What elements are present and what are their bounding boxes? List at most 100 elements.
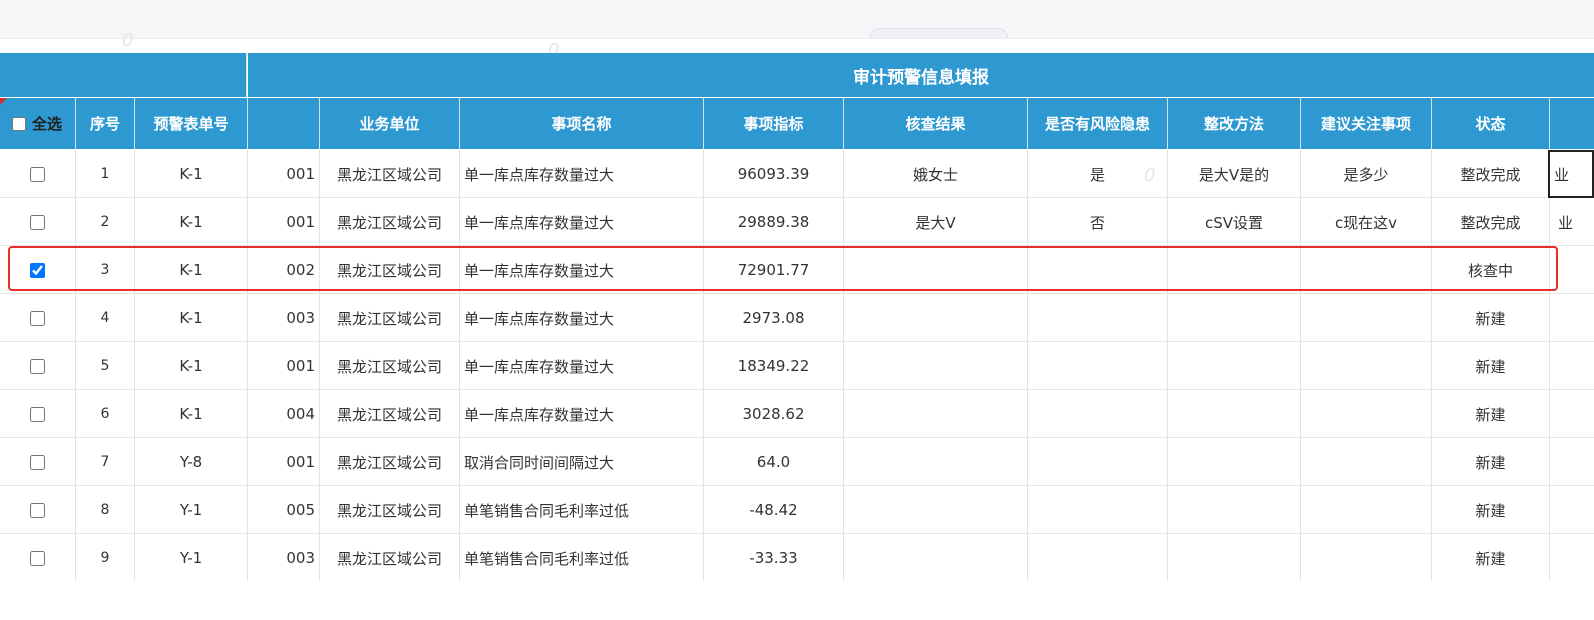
cell-seq[interactable]: 8 <box>76 486 135 534</box>
cell-risk[interactable] <box>1028 246 1168 294</box>
cell-warn-no[interactable]: K-1 <box>135 390 248 438</box>
cell-method[interactable] <box>1168 390 1301 438</box>
cell-advice[interactable]: c现在这v <box>1301 198 1432 246</box>
cell-advice[interactable]: 是多少 <box>1301 150 1432 198</box>
cell-metric[interactable]: -48.42 <box>704 486 844 534</box>
cell-code[interactable]: 004 <box>248 390 320 438</box>
cell-item[interactable]: 单一库点库存数量过大 <box>460 390 704 438</box>
cell-method[interactable] <box>1168 438 1301 486</box>
cell-code[interactable]: 003 <box>248 534 320 581</box>
cell-metric[interactable]: 3028.62 <box>704 390 844 438</box>
row-select-cell[interactable] <box>0 246 76 294</box>
table-row[interactable]: 1 K-1 001 黑龙江区域公司 单一库点库存数量过大 96093.39 娥女士是是大V是… <box>0 150 1594 198</box>
cell-unit[interactable]: 黑龙江区域公司 <box>320 342 460 390</box>
cell-method[interactable] <box>1168 246 1301 294</box>
cell-status[interactable]: 整改完成 <box>1432 198 1550 246</box>
row-checkbox[interactable] <box>30 454 45 470</box>
row-select-cell[interactable] <box>0 342 76 390</box>
col-header-method[interactable]: 整改方法 <box>1168 98 1301 149</box>
cell-result[interactable] <box>844 294 1028 342</box>
cell-metric[interactable]: 2973.08 <box>704 294 844 342</box>
cell-risk[interactable]: 是 <box>1028 150 1168 198</box>
cell-seq[interactable]: 1 <box>76 150 135 198</box>
cell-advice[interactable] <box>1301 486 1432 534</box>
cell-risk[interactable] <box>1028 294 1168 342</box>
cell-unit[interactable]: 黑龙江区域公司 <box>320 438 460 486</box>
table-row[interactable]: 9 Y-1 003 黑龙江区域公司 单笔销售合同毛利率过低 -33.33 新建 <box>0 534 1594 581</box>
cell-advice[interactable] <box>1301 438 1432 486</box>
cell-method[interactable] <box>1168 342 1301 390</box>
col-header-risk[interactable]: 是否有风险隐患 <box>1028 98 1168 149</box>
col-header-seq[interactable]: 序号 <box>76 98 135 149</box>
cell-status[interactable]: 新建 <box>1432 342 1550 390</box>
cell-unit[interactable]: 黑龙江区域公司 <box>320 246 460 294</box>
cell-item[interactable]: 单一库点库存数量过大 <box>460 150 704 198</box>
row-select-cell[interactable] <box>0 294 76 342</box>
col-header-code[interactable] <box>248 98 320 149</box>
table-row[interactable]: 4 K-1 003 黑龙江区域公司 单一库点库存数量过大 2973.08 新建 <box>0 294 1594 342</box>
cell-code[interactable]: 001 <box>248 150 320 198</box>
table-row[interactable]: 3 K-1 002 黑龙江区域公司 单一库点库存数量过大 72901.77 核查中 <box>0 246 1594 294</box>
col-header-advice[interactable]: 建议关注事项 <box>1301 98 1432 149</box>
row-checkbox[interactable] <box>30 262 45 278</box>
cell-method[interactable] <box>1168 294 1301 342</box>
cell-warn-no[interactable]: Y-8 <box>135 438 248 486</box>
table-row[interactable]: 5 K-1 001 黑龙江区域公司 单一库点库存数量过大 18349.22 新建 <box>0 342 1594 390</box>
cell-method[interactable] <box>1168 486 1301 534</box>
row-checkbox[interactable] <box>30 358 45 374</box>
cell-result[interactable]: 娥女士 <box>844 150 1028 198</box>
cell-warn-no[interactable]: K-1 <box>135 294 248 342</box>
cell-unit[interactable]: 黑龙江区域公司 <box>320 150 460 198</box>
cell-unit[interactable]: 黑龙江区域公司 <box>320 198 460 246</box>
cell-advice[interactable] <box>1301 246 1432 294</box>
collapse-toggle-handle[interactable] <box>870 28 1008 38</box>
row-checkbox[interactable] <box>30 166 45 182</box>
row-checkbox[interactable] <box>30 310 45 326</box>
cell-warn-no[interactable]: K-1 <box>135 342 248 390</box>
cell-method[interactable] <box>1168 534 1301 581</box>
cell-warn-no[interactable]: Y-1 <box>135 486 248 534</box>
row-checkbox[interactable] <box>30 502 45 518</box>
cell-risk[interactable] <box>1028 342 1168 390</box>
cell-metric[interactable]: 18349.22 <box>704 342 844 390</box>
cell-result[interactable]: 是大V <box>844 198 1028 246</box>
cell-advice[interactable] <box>1301 294 1432 342</box>
cell-item[interactable]: 单一库点库存数量过大 <box>460 342 704 390</box>
row-checkbox[interactable] <box>30 550 45 566</box>
cell-unit[interactable]: 黑龙江区域公司 <box>320 390 460 438</box>
cell-code[interactable]: 002 <box>248 246 320 294</box>
cell-warn-no[interactable]: K-1 <box>135 150 248 198</box>
select-all-header[interactable]: 全选 <box>0 98 76 149</box>
cell-seq[interactable]: 4 <box>76 294 135 342</box>
cell-seq[interactable]: 2 <box>76 198 135 246</box>
cell-risk[interactable] <box>1028 438 1168 486</box>
cell-item[interactable]: 单笔销售合同毛利率过低 <box>460 534 704 581</box>
cell-result[interactable] <box>844 390 1028 438</box>
cell-code[interactable]: 001 <box>248 438 320 486</box>
row-select-cell[interactable] <box>0 390 76 438</box>
cell-status[interactable]: 新建 <box>1432 390 1550 438</box>
cell-risk[interactable] <box>1028 534 1168 581</box>
cell-unit[interactable]: 黑龙江区域公司 <box>320 294 460 342</box>
cell-result[interactable] <box>844 438 1028 486</box>
col-header-warn-no[interactable]: 预警表单号 <box>135 98 248 149</box>
select-all-checkbox[interactable] <box>12 116 26 131</box>
row-select-cell[interactable] <box>0 534 76 581</box>
cell-status[interactable]: 整改完成 <box>1432 150 1550 198</box>
cell-method[interactable]: cSV设置 <box>1168 198 1301 246</box>
cell-item[interactable]: 单笔销售合同毛利率过低 <box>460 486 704 534</box>
cell-seq[interactable]: 9 <box>76 534 135 581</box>
cell-result[interactable] <box>844 534 1028 581</box>
row-checkbox[interactable] <box>30 214 45 230</box>
cell-status[interactable]: 新建 <box>1432 534 1550 581</box>
cell-unit[interactable]: 黑龙江区域公司 <box>320 486 460 534</box>
cell-metric[interactable]: 29889.38 <box>704 198 844 246</box>
table-row[interactable]: 8 Y-1 005 黑龙江区域公司 单笔销售合同毛利率过低 -48.42 新建 <box>0 486 1594 534</box>
row-checkbox[interactable] <box>30 406 45 422</box>
col-header-unit[interactable]: 业务单位 <box>320 98 460 149</box>
cell-warn-no[interactable]: K-1 <box>135 198 248 246</box>
row-select-cell[interactable] <box>0 486 76 534</box>
row-select-cell[interactable] <box>0 438 76 486</box>
cell-metric[interactable]: -33.33 <box>704 534 844 581</box>
cell-warn-no[interactable]: K-1 <box>135 246 248 294</box>
